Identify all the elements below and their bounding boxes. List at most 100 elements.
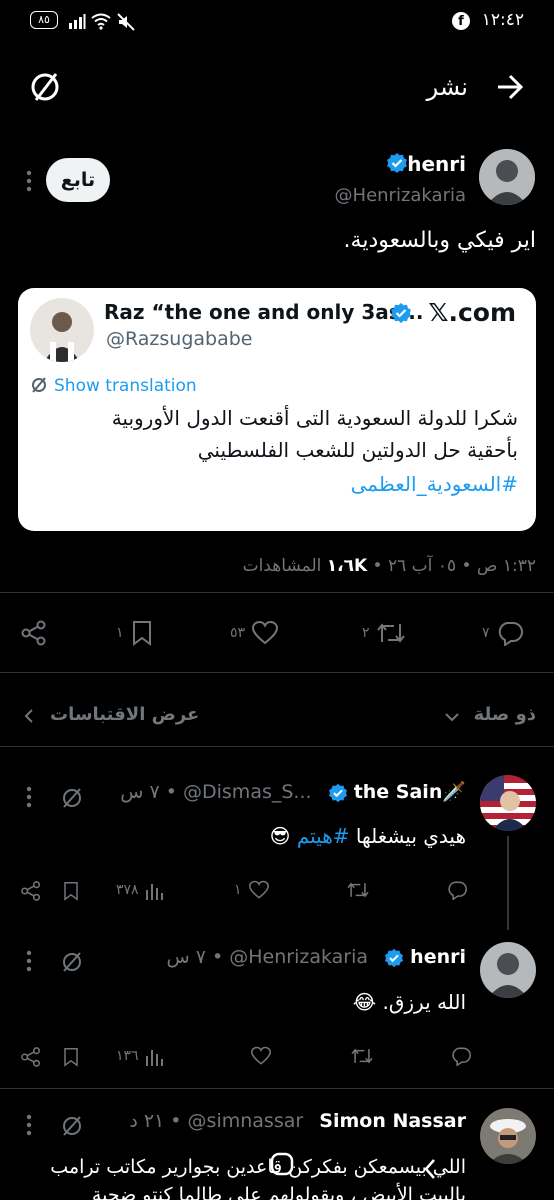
quote-source: 𝕏.com: [428, 298, 516, 327]
back-arrow-icon[interactable]: [496, 74, 524, 100]
repost-icon: [346, 880, 370, 900]
verified-icon: [384, 948, 404, 968]
chevron-down-icon[interactable]: [444, 712, 460, 722]
heart-icon: [251, 620, 279, 646]
reply-name[interactable]: the Sain🗡️: [354, 781, 466, 803]
quote-verified-icon: [390, 302, 412, 324]
reply-item[interactable]: ٧ س • @Dismas_S... the Sain🗡️ هيدي بيشغل…: [0, 760, 554, 930]
bookmark-icon[interactable]: [62, 1046, 80, 1068]
translate-off-icon[interactable]: [28, 70, 62, 104]
status-time: ١٢:٤٢: [481, 10, 524, 30]
views-action[interactable]: ١٣٦: [116, 1046, 163, 1066]
more-options-icon[interactable]: [26, 170, 32, 192]
views-count: ١،٦K: [326, 556, 368, 576]
reply-name[interactable]: Simon Nassar: [319, 1110, 466, 1132]
follow-button[interactable]: تابع: [46, 158, 110, 202]
quote-avatar: [30, 298, 94, 362]
reply-action[interactable]: [440, 880, 468, 900]
view-quotes-link[interactable]: عرض الاقتباسات: [50, 704, 199, 725]
heart-icon: [248, 880, 270, 900]
signal-icon: [68, 13, 86, 29]
reply-header: ٧ س • @Dismas_S... the Sain🗡️: [120, 781, 466, 803]
wifi-icon: [90, 12, 112, 30]
avatar[interactable]: [480, 942, 536, 998]
tweet-timestamp: ١:٣٢ ص • ٠٥ آب ٢٦: [388, 556, 536, 576]
reply-item[interactable]: ٢١ د • @simnassar Simon Nassar اللي بيسم…: [0, 1090, 554, 1200]
reply-text: هيدي بيشغلها #هيتم 😎: [269, 824, 466, 848]
quote-author-name: Raz “the one and only 3as...: [104, 300, 424, 324]
quote-text-line-1: شكرا للدولة السعودية التى أقنعت الدول ال…: [111, 406, 518, 430]
chevron-left-icon[interactable]: [24, 708, 34, 724]
quote-text-line-2: بأحقية حل الدولتين للشعب الفلسطيني: [197, 438, 518, 462]
bookmark-icon: [130, 620, 154, 646]
chevron-left-icon[interactable]: [423, 1158, 437, 1180]
reply-icon: [450, 1046, 472, 1066]
reply-action[interactable]: [444, 1046, 472, 1066]
share-icon[interactable]: [20, 619, 48, 647]
facebook-icon: f: [452, 12, 470, 30]
divider: [0, 746, 554, 747]
like-action[interactable]: ٥٣: [230, 620, 279, 646]
mute-icon: [116, 12, 136, 32]
reply-icon: [496, 620, 524, 646]
avatar[interactable]: [480, 1108, 536, 1164]
divider: [0, 672, 554, 673]
reply-name[interactable]: henri: [410, 946, 466, 968]
battery-indicator: ٨٥: [30, 11, 58, 29]
reply-icon: [446, 880, 468, 900]
verified-icon: [386, 152, 408, 174]
verified-icon: [328, 783, 348, 803]
reply-actions: ٣٧٨ ١: [0, 878, 470, 906]
reply-header: ٢١ د • @simnassar Simon Nassar: [129, 1110, 466, 1132]
reply-text-line-2: بالبيت الأبيض ، ويقولولهم على طالما كنتو…: [91, 1184, 466, 1200]
tweet-meta: ١:٣٢ ص • ٠٥ آب ٢٦ • ١،٦K المشاهدات: [242, 556, 536, 576]
reply-text-line-1: اللي بيسمعكن بفكركن قاعدين بجوارير مكاتب…: [50, 1156, 466, 1178]
bookmark-icon[interactable]: [62, 880, 80, 902]
reply-item[interactable]: ٧ س • @Henrizakaria henri الله يرزق. 😂 ١…: [0, 930, 554, 1090]
replies-toolbar: عرض الاقتباسات ذو صلة: [0, 690, 554, 740]
share-icon[interactable]: [20, 880, 42, 902]
tweet-actions: ١ ٥٣ ٢ ٧: [0, 616, 554, 652]
reply-handle[interactable]: @simnassar: [188, 1110, 304, 1132]
repost-action[interactable]: ٢: [362, 620, 406, 646]
translate-off-icon[interactable]: [60, 950, 84, 974]
avatar[interactable]: [480, 775, 536, 831]
quote-card[interactable]: Raz “the one and only 3as... 𝕏.com @Razs…: [18, 288, 536, 531]
views-label: المشاهدات: [242, 556, 322, 576]
reply-handle[interactable]: @Henrizakaria: [229, 946, 368, 968]
share-icon[interactable]: [20, 1046, 42, 1068]
quote-hashtag[interactable]: #السعودية_العظمى: [351, 472, 518, 496]
views-icon: [145, 880, 163, 900]
more-options-icon[interactable]: [26, 1114, 32, 1136]
reply-text: الله يرزق. 😂: [352, 990, 466, 1014]
reply-actions: ١٣٦: [0, 1044, 472, 1072]
home-button-icon[interactable]: [270, 1152, 294, 1176]
more-options-icon[interactable]: [26, 786, 32, 808]
reply-header: ٧ س • @Henrizakaria henri: [166, 946, 467, 968]
avatar[interactable]: [479, 149, 535, 205]
repost-action[interactable]: [344, 1046, 374, 1066]
reply-handle[interactable]: @Dismas_S...: [183, 781, 312, 803]
sort-dropdown[interactable]: ذو صلة: [474, 704, 536, 725]
author-handle[interactable]: @Henrizakaria: [335, 185, 466, 206]
reply-action[interactable]: ٧: [482, 620, 524, 646]
author-name[interactable]: henri: [407, 152, 466, 176]
divider: [0, 1088, 554, 1089]
main-tweet: henri @Henrizakaria تابع اير فيكي وبالسع…: [0, 132, 554, 692]
views-icon: [145, 1046, 163, 1066]
more-options-icon[interactable]: [26, 950, 32, 972]
repost-action[interactable]: [340, 880, 370, 900]
like-action[interactable]: ١: [234, 880, 270, 900]
bookmark-action[interactable]: ١: [116, 620, 154, 646]
like-action[interactable]: [244, 1046, 272, 1066]
heart-icon: [250, 1046, 272, 1066]
translate-off-icon[interactable]: [60, 786, 84, 810]
translate-off-icon[interactable]: [60, 1114, 84, 1138]
show-translation-link[interactable]: Show translation: [54, 376, 197, 396]
status-bar: ٨٥ f ١٢:٤٢: [0, 0, 554, 44]
repost-icon: [376, 620, 406, 646]
divider: [0, 592, 554, 593]
tweet-text: اير فيكي وبالسعودية.: [343, 228, 536, 253]
views-action[interactable]: ٣٧٨: [116, 880, 163, 900]
translate-icon: [30, 376, 48, 394]
